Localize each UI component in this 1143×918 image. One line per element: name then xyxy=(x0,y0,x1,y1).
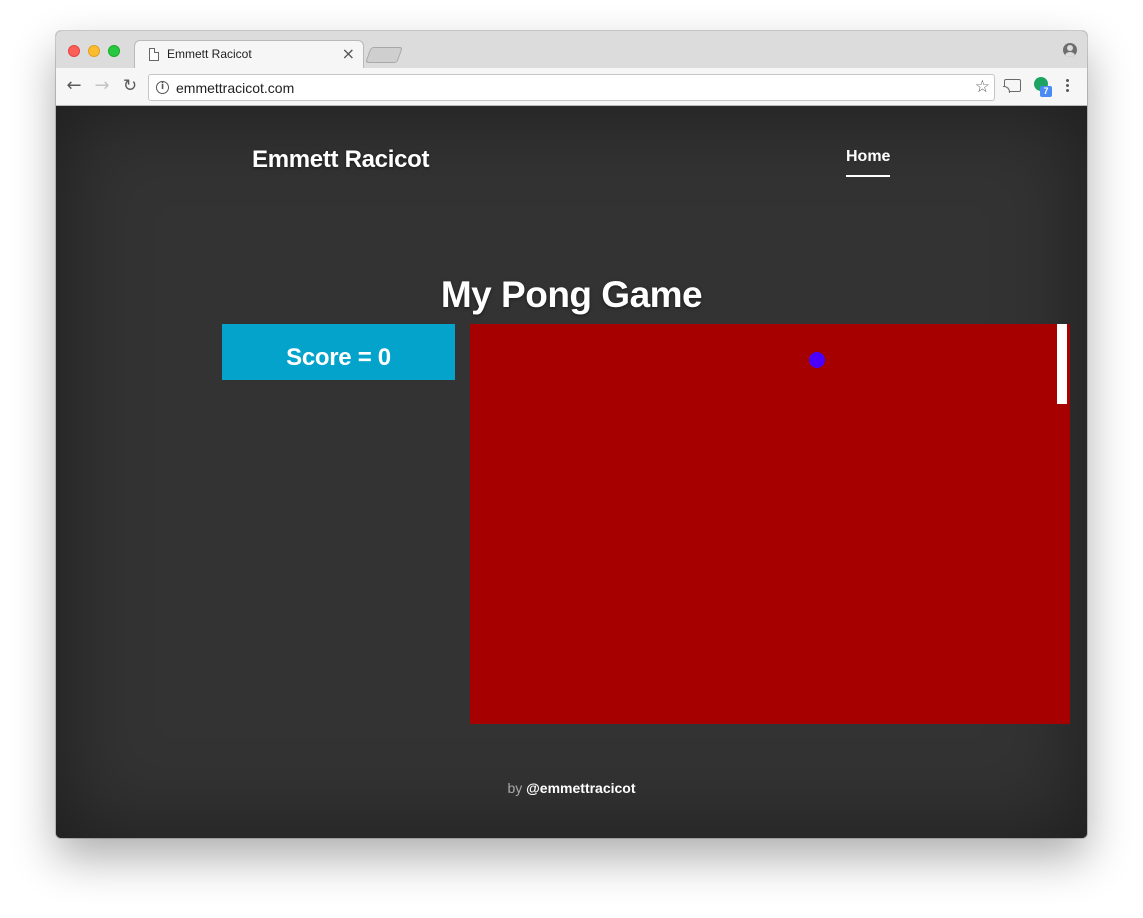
tab-strip: Emmett Racicot × xyxy=(56,31,1087,68)
close-window-button[interactable] xyxy=(68,45,80,57)
maximize-window-button[interactable] xyxy=(108,45,120,57)
tab-active[interactable]: Emmett Racicot × xyxy=(134,40,364,68)
page-heading: My Pong Game xyxy=(440,274,703,315)
profile-icon[interactable] xyxy=(1063,43,1077,57)
footer-handle-link[interactable]: @emmettracicot xyxy=(526,780,635,796)
site-title[interactable]: Emmett Racicot xyxy=(252,146,429,174)
footer: by @emmettracicot xyxy=(56,780,1087,796)
menu-icon[interactable] xyxy=(1066,79,1070,95)
forward-button[interactable]: → xyxy=(92,76,112,96)
bookmark-star-icon[interactable]: ☆ xyxy=(975,77,990,97)
url-text[interactable]: emmettracicot.com xyxy=(176,80,294,96)
browser-window: Emmett Racicot × ← → ↻ i emmettracicot.c… xyxy=(56,31,1087,838)
page-viewport: Emmett Racicot Home My Pong Game Score =… xyxy=(56,106,1087,838)
reload-button[interactable]: ↻ xyxy=(120,76,140,96)
address-bar[interactable]: i emmettracicot.com ☆ xyxy=(148,74,995,101)
footer-by-text: by xyxy=(507,780,527,796)
page-icon xyxy=(149,48,159,61)
extension-badge: 7 xyxy=(1040,86,1052,97)
back-button[interactable]: ← xyxy=(64,76,84,96)
new-tab-button[interactable] xyxy=(365,47,403,63)
nav-home-link[interactable]: Home xyxy=(846,148,891,177)
score-display: Score = 0 xyxy=(222,324,455,380)
pong-game-canvas[interactable] xyxy=(470,324,1070,724)
minimize-window-button[interactable] xyxy=(88,45,100,57)
info-icon[interactable]: i xyxy=(156,81,169,94)
tab-title: Emmett Racicot xyxy=(167,47,252,61)
browser-toolbar: ← → ↻ i emmettracicot.com ☆ 7 xyxy=(56,68,1087,106)
cast-icon[interactable] xyxy=(1003,79,1021,93)
close-tab-icon[interactable]: × xyxy=(342,44,355,63)
pong-ball xyxy=(809,352,825,368)
pong-paddle xyxy=(1057,324,1067,404)
